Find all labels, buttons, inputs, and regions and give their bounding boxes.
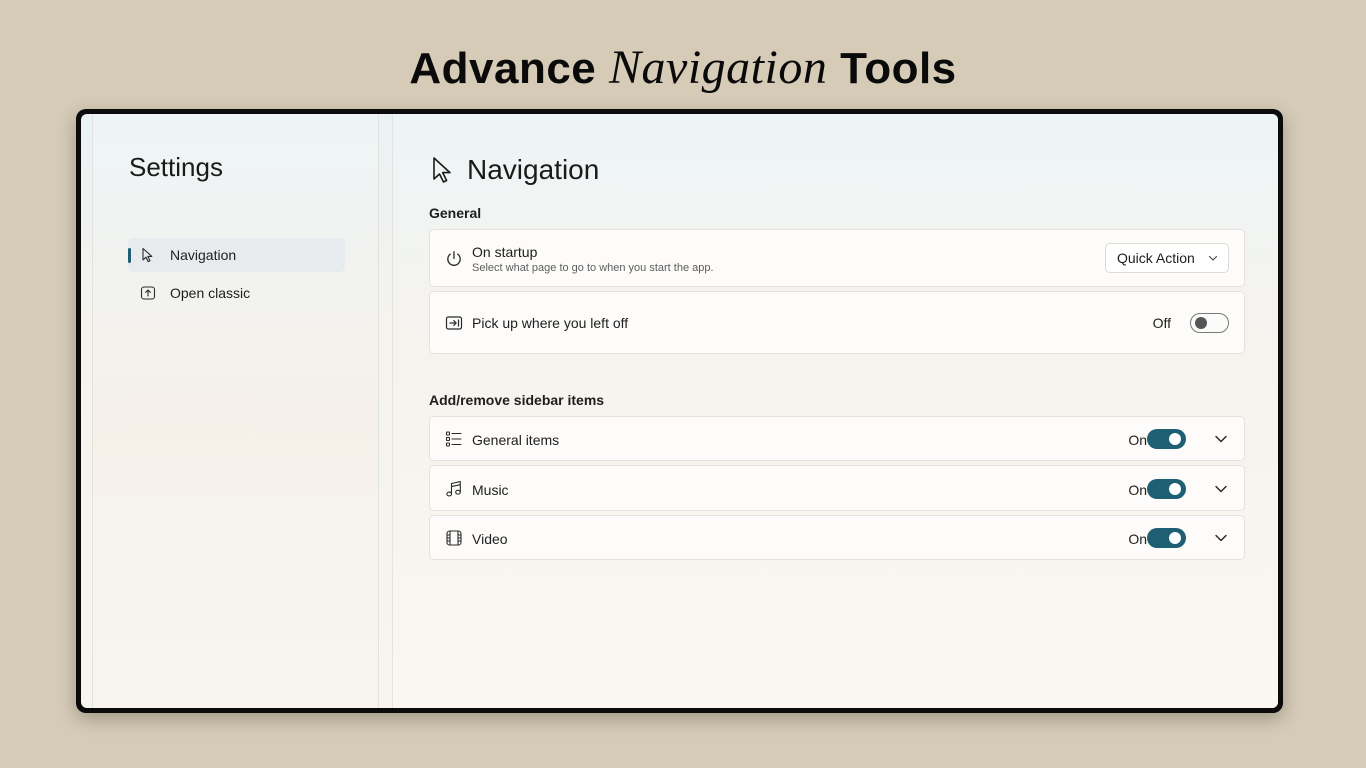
page-title: Navigation bbox=[467, 154, 600, 185]
setting-card-music[interactable]: Music On bbox=[429, 465, 1245, 511]
chevron-down-icon[interactable] bbox=[1214, 432, 1228, 446]
chevron-down-icon[interactable] bbox=[1214, 531, 1228, 545]
device-frame: Settings Navigation Open classic Navigat… bbox=[76, 109, 1283, 713]
cursor-icon bbox=[433, 157, 451, 183]
resume-icon bbox=[445, 316, 463, 330]
setting-label: Pick up where you left off bbox=[472, 315, 629, 331]
setting-card-video[interactable]: Video On bbox=[429, 515, 1245, 560]
sidebar-item-label: Open classic bbox=[170, 285, 251, 301]
open-app-icon bbox=[140, 286, 156, 300]
chevron-down-icon[interactable] bbox=[1214, 482, 1228, 496]
sidebar-item-label: Navigation bbox=[170, 247, 237, 263]
promo-title: Advance Navigation Tools bbox=[0, 40, 1366, 95]
toggle-state-label: On bbox=[1128, 531, 1147, 547]
setting-card-general-items[interactable]: General items On bbox=[429, 416, 1245, 461]
toggle-knob bbox=[1169, 483, 1181, 495]
promo-title-part3: Tools bbox=[840, 44, 957, 93]
music-note-icon bbox=[446, 481, 461, 497]
promo-title-part1: Advance bbox=[409, 44, 597, 93]
section-label-sidebar-items: Add/remove sidebar items bbox=[429, 392, 605, 408]
toggle-knob bbox=[1169, 433, 1181, 445]
toggle-knob bbox=[1169, 532, 1181, 544]
video-toggle[interactable] bbox=[1147, 528, 1186, 548]
film-icon bbox=[446, 530, 462, 546]
startup-page-dropdown[interactable]: Quick Action bbox=[1105, 243, 1229, 273]
chevron-down-icon bbox=[1208, 255, 1218, 261]
setting-card-pick-up: Pick up where you left off Off bbox=[429, 291, 1245, 354]
pick-up-toggle[interactable] bbox=[1190, 313, 1229, 333]
promo-title-emphasis: Navigation bbox=[609, 41, 828, 94]
sidebar-item-open-classic[interactable]: Open classic bbox=[128, 276, 345, 310]
toggle-state-label: Off bbox=[1152, 315, 1171, 331]
app-window: Settings Navigation Open classic Navigat… bbox=[81, 114, 1278, 708]
setting-description: Select what page to go to when you start… bbox=[472, 262, 714, 274]
cursor-icon bbox=[142, 247, 153, 263]
setting-label: Video bbox=[472, 531, 508, 547]
active-indicator bbox=[128, 248, 131, 263]
main-content: Navigation General On startup Select wha… bbox=[392, 114, 1278, 708]
power-icon bbox=[447, 251, 461, 266]
sidebar-item-navigation[interactable]: Navigation bbox=[128, 238, 345, 272]
list-icon bbox=[445, 431, 462, 447]
setting-label: Music bbox=[472, 482, 509, 498]
dropdown-value: Quick Action bbox=[1117, 250, 1195, 266]
setting-label: On startup bbox=[472, 244, 538, 260]
toggle-state-label: On bbox=[1128, 432, 1147, 448]
toggle-state-label: On bbox=[1128, 482, 1147, 498]
toggle-knob bbox=[1195, 317, 1207, 329]
sidebar: Settings Navigation Open classic bbox=[92, 114, 379, 708]
sidebar-title: Settings bbox=[129, 152, 223, 182]
page-header: Navigation bbox=[431, 154, 599, 186]
general-items-toggle[interactable] bbox=[1147, 429, 1186, 449]
setting-card-on-startup: On startup Select what page to go to whe… bbox=[429, 229, 1245, 287]
setting-label: General items bbox=[472, 432, 560, 448]
section-label-general: General bbox=[429, 205, 482, 221]
music-toggle[interactable] bbox=[1147, 479, 1186, 499]
